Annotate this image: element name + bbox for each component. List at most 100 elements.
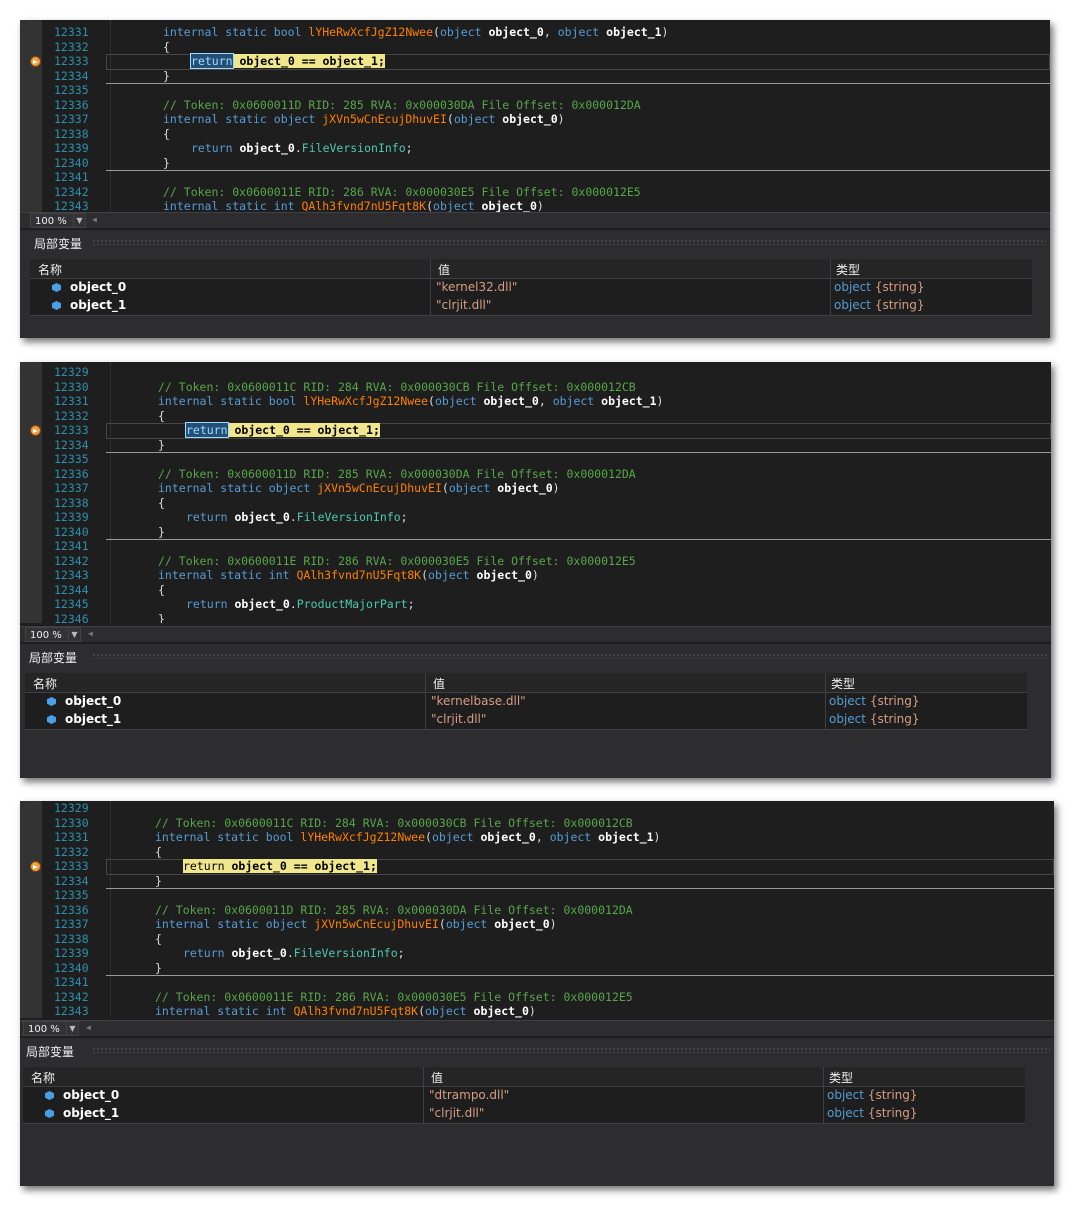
code-editor[interactable]: 12329 12330 // Token: 0x0600011C RID: 284 … [20, 801, 1054, 1018]
column-divider [423, 1105, 424, 1123]
locals-row[interactable]: object_0 "kernelbase.dll" object {string} [25, 693, 1027, 712]
param-type: object [557, 25, 607, 39]
breakpoint-arrow-icon[interactable] [30, 56, 41, 67]
brace: } [163, 68, 170, 83]
variable-value[interactable]: "kernel32.dll" [436, 280, 517, 294]
breakpoint-arrow-icon[interactable] [30, 861, 41, 872]
column-name-header[interactable]: 名称 [33, 675, 57, 692]
code-text: return object_0 == object_1; [183, 859, 377, 874]
code-text: return object_0 == object_1; [185, 422, 380, 438]
title-grip[interactable] [92, 1047, 1050, 1053]
title-grip[interactable] [92, 653, 1047, 659]
column-value-header[interactable]: 值 [433, 675, 445, 692]
column-name-header[interactable]: 名称 [38, 261, 62, 278]
method-name[interactable]: QAlh3fvnd7nU5Fqt8K [293, 1004, 418, 1018]
param-name: object_0 [483, 394, 539, 408]
current-statement-highlight[interactable]: return object_0 == object_1; [185, 422, 380, 438]
chevron-down-icon[interactable]: ▼ [68, 628, 80, 641]
scroll-left-icon[interactable]: ◀ [86, 1023, 91, 1032]
zoom-dropdown[interactable]: 100 % ▼ [30, 213, 86, 228]
line-number: 12345 [54, 597, 89, 611]
scroll-left-icon[interactable]: ◀ [88, 629, 93, 638]
method-name[interactable]: lYHeRwXcfJgZ12Nwee [300, 830, 425, 844]
variable-value[interactable]: "dtrampo.dll" [429, 1088, 509, 1102]
code-text: // Token: 0x0600011E RID: 286 RVA: 0x000… [163, 185, 641, 200]
column-value-header[interactable]: 值 [431, 1069, 443, 1086]
column-type-header[interactable]: 类型 [831, 675, 855, 692]
locals-header: 名称 值 类型 [23, 1067, 1025, 1087]
locals-row[interactable]: object_1 "clrjit.dll" object {string} [25, 711, 1027, 730]
variable-value[interactable]: "clrjit.dll" [431, 712, 486, 726]
code-line: 12343 internal static int QAlh3fvnd7nU5Fq… [20, 568, 1051, 583]
property-name[interactable]: FileVersionInfo [297, 510, 401, 524]
code-text: internal static bool lYHeRwXcfJgZ12Nwee(… [158, 394, 664, 408]
column-type-header[interactable]: 类型 [836, 261, 860, 278]
code-text: { [163, 127, 170, 142]
property-name[interactable]: FileVersionInfo [302, 141, 406, 155]
code-text: } [158, 525, 165, 540]
current-statement-highlight[interactable]: return object_0 == object_1; [190, 53, 385, 69]
line-number: 12333 [54, 859, 89, 873]
param-name: object_0 [502, 112, 558, 126]
type-object: object [827, 1088, 864, 1102]
breakpoint-arrow-icon[interactable] [30, 425, 41, 436]
code-editor[interactable]: 12329 12330 // Token: 0x0600011C RID: 284 … [20, 362, 1051, 623]
type-inner: {string} [867, 1106, 918, 1120]
variable-value[interactable]: "kernelbase.dll" [431, 694, 526, 708]
param-type: object [439, 25, 489, 39]
comment-text: // Token: 0x0600011D RID: 285 RVA: 0x000… [163, 97, 641, 112]
variable-icon [47, 697, 56, 706]
method-name[interactable]: jXVn5wCnEcujDhuvEI [317, 481, 442, 495]
method-name[interactable]: jXVn5wCnEcujDhuvEI [314, 917, 439, 931]
code-line: 12343 internal static int QAlh3fvnd7nU5Fq… [20, 1004, 1054, 1018]
scroll-left-icon[interactable]: ◀ [92, 215, 97, 224]
chevron-down-icon[interactable]: ▼ [73, 214, 85, 227]
code-editor[interactable]: 12331 internal static bool lYHeRwXcfJgZ12… [20, 20, 1050, 212]
method-name[interactable]: QAlh3fvnd7nU5Fqt8K [296, 568, 421, 582]
method-name[interactable]: lYHeRwXcfJgZ12Nwee [303, 394, 428, 408]
method-name[interactable]: QAlh3fvnd7nU5Fqt8K [301, 199, 426, 212]
column-divider [830, 297, 831, 315]
line-number: 12341 [54, 975, 89, 989]
column-value-header[interactable]: 值 [438, 261, 450, 278]
type-inner: {string} [874, 280, 925, 294]
debugger-panel-3: 12329 12330 // Token: 0x0600011C RID: 284 … [20, 801, 1054, 1186]
column-type-header[interactable]: 类型 [829, 1069, 853, 1086]
type-object: object [827, 1106, 864, 1120]
code-text: // Token: 0x0600011C RID: 284 RVA: 0x000… [158, 380, 636, 395]
line-number: 12342 [54, 184, 89, 199]
line-number: 12341 [54, 170, 89, 184]
code-text: // Token: 0x0600011C RID: 284 RVA: 0x000… [155, 816, 633, 831]
method-name[interactable]: lYHeRwXcfJgZ12Nwee [308, 25, 433, 39]
code-line: 12331 internal static bool lYHeRwXcfJgZ12… [20, 394, 1051, 409]
line-number: 12334 [54, 437, 89, 452]
zoom-level: 100 % [28, 1024, 60, 1035]
property-name[interactable]: ProductMajorPart [297, 597, 408, 611]
variable-value[interactable]: "clrjit.dll" [429, 1106, 484, 1120]
line-number: 12343 [54, 199, 89, 212]
current-statement-highlight[interactable]: return object_0 == object_1; [183, 859, 377, 873]
locals-window: 局部变量 名称 值 类型 object_0 "kernelbase.dll" obj… [20, 644, 1051, 778]
code-text: internal static object jXVn5wCnEcujDhuvE… [155, 917, 557, 931]
code-text: internal static int QAlh3fvnd7nU5Fqt8K(o… [158, 568, 539, 582]
column-name-header[interactable]: 名称 [31, 1069, 55, 1086]
line-number: 12336 [54, 466, 89, 481]
brace: { [155, 931, 162, 946]
method-name[interactable]: jXVn5wCnEcujDhuvEI [322, 112, 447, 126]
zoom-dropdown[interactable]: 100 % ▼ [25, 627, 81, 642]
comment-text: // Token: 0x0600011D RID: 285 RVA: 0x000… [158, 466, 636, 481]
variable-value[interactable]: "clrjit.dll" [436, 298, 491, 312]
line-number: 12329 [54, 365, 89, 379]
locals-row[interactable]: object_0 "dtrampo.dll" object {string} [23, 1087, 1025, 1106]
debugger-panel-1: 12331 internal static bool lYHeRwXcfJgZ12… [20, 20, 1050, 338]
variable-name: object_1 [65, 712, 122, 726]
locals-row[interactable]: object_1 "clrjit.dll" object {string} [30, 297, 1032, 316]
title-grip[interactable] [92, 239, 1046, 245]
locals-row[interactable]: object_1 "clrjit.dll" object {string} [23, 1105, 1025, 1124]
chevron-down-icon[interactable]: ▼ [66, 1022, 78, 1035]
zoom-dropdown[interactable]: 100 % ▼ [23, 1021, 79, 1036]
property-name[interactable]: FileVersionInfo [294, 946, 398, 960]
line-number: 12334 [54, 68, 89, 83]
locals-row[interactable]: object_0 "kernel32.dll" object {string} [30, 279, 1032, 298]
code-text: return object_0 == object_1; [190, 53, 385, 69]
